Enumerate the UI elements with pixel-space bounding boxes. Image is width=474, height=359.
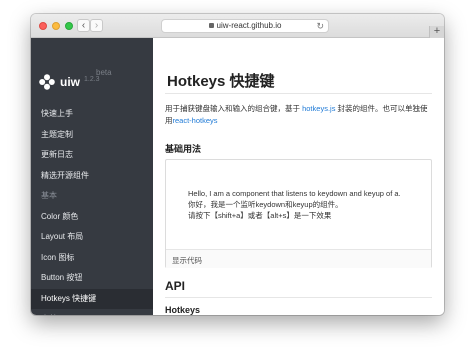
demo-footer: 显示代码 bbox=[166, 249, 431, 268]
uiw-logo-icon bbox=[39, 74, 55, 90]
forward-button[interactable]: › bbox=[90, 19, 103, 32]
section-title-api: API bbox=[165, 279, 186, 293]
sidebar-group-basic: 基本 bbox=[41, 191, 57, 200]
react-hotkeys-link[interactable]: react-hotkeys bbox=[173, 116, 218, 125]
section-title-hotkeys: Hotkeys bbox=[165, 305, 201, 315]
sidebar-item-featured[interactable]: 精选开源组件 bbox=[31, 166, 153, 187]
sidebar-item-button[interactable]: Button 按钮 bbox=[31, 268, 153, 289]
page-description: 用于捕获键盘输入和输入的组合键，基于 hotkeys.js 封装的组件。也可以单… bbox=[165, 103, 435, 127]
demo-line: 请按下【shift+a】或者【alt+s】是一下效果 bbox=[188, 211, 332, 220]
browser-titlebar: ‹ › uiw-react.github.io ↻ + bbox=[31, 14, 444, 38]
sidebar: uiw 1.2.3 beta 快速上手 主题定制 更新日志 精选开源组件 基本 … bbox=[31, 38, 153, 315]
sidebar-item-icon[interactable]: Icon 图标 bbox=[31, 248, 153, 269]
logo-name[interactable]: uiw bbox=[60, 75, 80, 89]
sidebar-item-changelog[interactable]: 更新日志 bbox=[31, 145, 153, 166]
demo-box: Hello, I am a component that listens to … bbox=[165, 159, 432, 268]
new-tab-button[interactable]: + bbox=[429, 26, 444, 38]
hotkeys-js-link[interactable]: hotkeys.js bbox=[302, 104, 335, 113]
sidebar-item-quick-start[interactable]: 快速上手 bbox=[31, 104, 153, 125]
sidebar-group-form: 表单 bbox=[31, 309, 153, 315]
browser-window: ‹ › uiw-react.github.io ↻ + uiw 1.2.3 be… bbox=[31, 14, 444, 315]
maximize-window-button[interactable] bbox=[65, 22, 73, 30]
divider bbox=[165, 93, 432, 94]
sidebar-item-hotkeys[interactable]: Hotkeys 快捷键 bbox=[31, 288, 153, 309]
lock-icon bbox=[208, 23, 214, 28]
close-window-button[interactable] bbox=[39, 22, 47, 30]
reload-icon[interactable]: ↻ bbox=[316, 20, 324, 32]
back-button[interactable]: ‹ bbox=[77, 19, 90, 32]
demo-line: 你好，我是一个监听keydown和keyup的组件。 bbox=[188, 200, 343, 209]
logo-beta-tag: beta bbox=[96, 68, 112, 77]
main-content: Hotkeys 快捷键 用于捕获键盘输入和输入的组合键，基于 hotkeys.j… bbox=[153, 38, 444, 315]
sidebar-item-theme[interactable]: 主题定制 bbox=[31, 125, 153, 146]
demo-text: Hello, I am a component that listens to … bbox=[188, 188, 418, 221]
url-text: uiw-react.github.io bbox=[216, 21, 282, 30]
show-code-button[interactable]: 显示代码 bbox=[172, 255, 202, 266]
description-text: 用于捕获键盘输入和输入的组合键，基于 bbox=[165, 104, 303, 113]
minimize-window-button[interactable] bbox=[52, 22, 60, 30]
logo-version: 1.2.3 bbox=[84, 76, 100, 83]
page-title: Hotkeys 快捷键 bbox=[167, 73, 275, 90]
section-title-basic: 基础用法 bbox=[165, 144, 202, 154]
demo-line: Hello, I am a component that listens to … bbox=[188, 189, 401, 198]
sidebar-menu: 快速上手 主题定制 更新日志 精选开源组件 基本 Color 颜色 Layout… bbox=[31, 104, 153, 315]
sidebar-item-layout[interactable]: Layout 布局 bbox=[31, 227, 153, 248]
divider bbox=[165, 297, 432, 298]
sidebar-item-color[interactable]: Color 颜色 bbox=[31, 207, 153, 228]
address-bar[interactable]: uiw-react.github.io ↻ bbox=[161, 19, 329, 33]
